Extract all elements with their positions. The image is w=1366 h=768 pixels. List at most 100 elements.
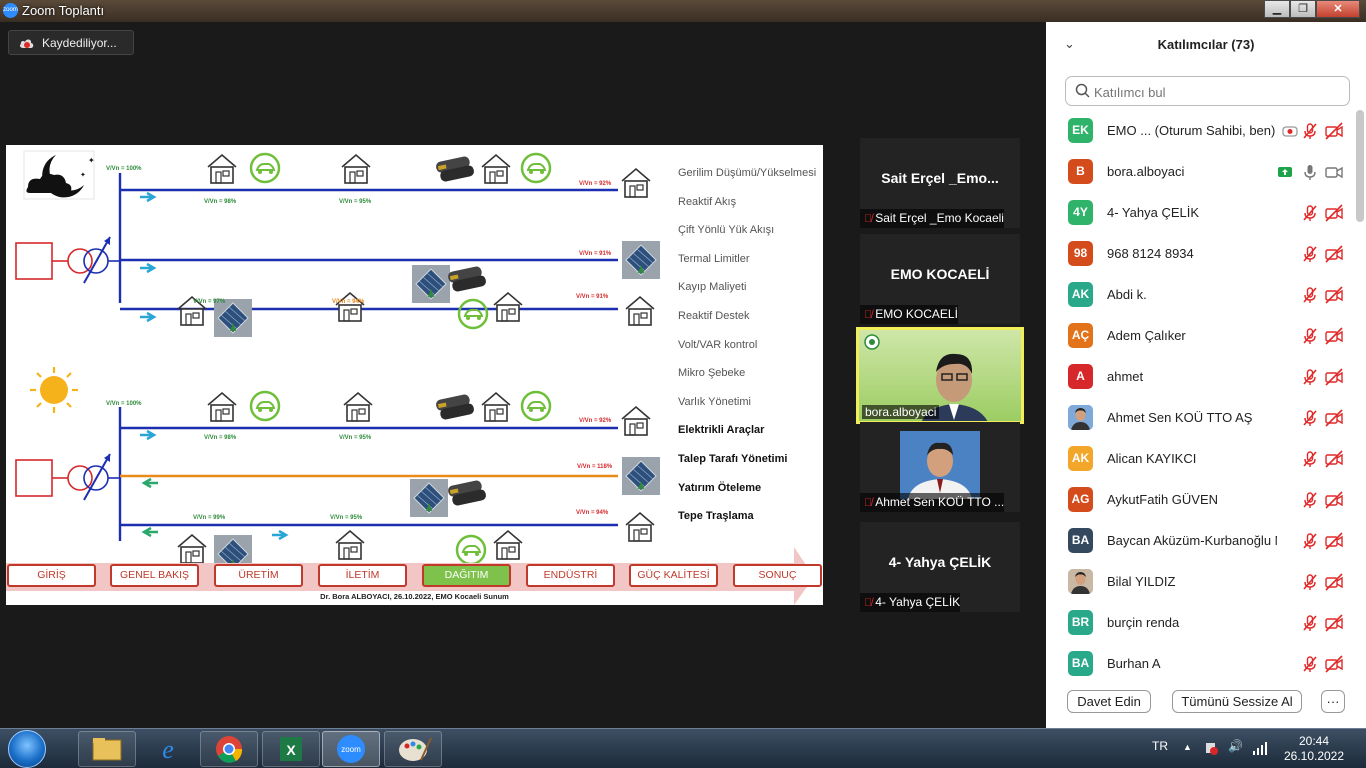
participant-tile[interactable]: EMO KOCAELİ 🎙̸ EMO KOCAELİ	[860, 234, 1020, 324]
legend-item: Termal Limitler	[678, 252, 750, 265]
slide-nav-endustri[interactable]: ENDÜSTRİ	[526, 564, 615, 587]
muted-mic-icon[interactable]	[1301, 573, 1319, 591]
participant-name: burçin renda	[1107, 615, 1180, 630]
tray-expand-icon[interactable]: ▲	[1183, 742, 1192, 752]
video-icon[interactable]	[1325, 163, 1343, 181]
participant-row[interactable]: AÇ Adem Çalıker	[1046, 315, 1356, 356]
mic-icon[interactable]	[1301, 163, 1319, 181]
avatar: BA	[1068, 651, 1093, 676]
clock[interactable]: 20:44 26.10.2022	[1282, 734, 1346, 764]
zoom-icon[interactable]: zoom	[322, 731, 380, 767]
video-off-icon[interactable]	[1325, 368, 1343, 386]
participant-row[interactable]: AK Alican KAYIKCI	[1046, 438, 1356, 479]
explorer-icon[interactable]	[78, 731, 136, 767]
muted-mic-icon[interactable]	[1301, 450, 1319, 468]
muted-mic-icon[interactable]	[1301, 614, 1319, 632]
title-bar: zoom Zoom Toplantı ▁ ❐ ✕	[0, 0, 1366, 22]
participant-row[interactable]: 4Y 4- Yahya ÇELİK	[1046, 192, 1356, 233]
muted-mic-icon[interactable]	[1301, 655, 1319, 673]
video-off-icon[interactable]	[1325, 286, 1343, 304]
participant-tile[interactable]: 4- Yahya ÇELİK 🎙̸ 4- Yahya ÇELİK	[860, 522, 1020, 612]
slide-nav-uretim[interactable]: ÜRETİM	[214, 564, 303, 587]
muted-mic-icon[interactable]	[1301, 204, 1319, 222]
participant-row[interactable]: BA Burhan A	[1046, 643, 1356, 684]
participant-tile[interactable]: Sait Erçel _Emo... 🎙̸ Sait Erçel _Emo Koc…	[860, 138, 1020, 228]
paint-icon[interactable]	[384, 731, 442, 767]
minimize-button[interactable]: ▁	[1264, 0, 1290, 18]
video-off-icon[interactable]	[1325, 450, 1343, 468]
participant-tile[interactable]: 🎙̸ Ahmet Sen KOÜ TTO ...	[860, 422, 1020, 512]
ie-icon[interactable]: e	[140, 731, 198, 767]
volume-icon[interactable]: 🔊	[1228, 739, 1243, 753]
participant-search[interactable]	[1065, 76, 1350, 106]
recording-badge[interactable]: Kaydediliyor...	[8, 30, 134, 55]
video-off-icon[interactable]	[1325, 245, 1343, 263]
video-off-icon[interactable]	[1325, 532, 1343, 550]
muted-mic-icon[interactable]	[1301, 532, 1319, 550]
participant-row[interactable]: BA Baycan Aküzüm-Kurbanoğlu M...	[1046, 520, 1356, 561]
tile-display-name: EMO KOCAELİ	[890, 266, 990, 282]
voltage-label: V/Vn = 95%	[330, 515, 363, 521]
svg-text:✦: ✦	[80, 171, 86, 179]
muted-mic-icon: 🎙̸	[864, 213, 873, 225]
muted-mic-icon[interactable]	[1301, 409, 1319, 427]
invite-button[interactable]: Davet Edin	[1067, 690, 1151, 713]
network-icon[interactable]	[1252, 740, 1268, 756]
video-off-icon[interactable]	[1325, 327, 1343, 345]
video-off-icon[interactable]	[1325, 655, 1343, 673]
slide-nav-giris[interactable]: GİRİŞ	[7, 564, 96, 587]
video-off-icon[interactable]	[1325, 204, 1343, 222]
participants-panel: ⌄ Katılımcılar (73) EK EMO ... (Oturum Sa…	[1046, 22, 1366, 728]
avatar: 4Y	[1068, 200, 1093, 225]
participant-row[interactable]: EK EMO ... (Oturum Sahibi, ben)	[1046, 110, 1356, 151]
slide-nav-genel-bakis[interactable]: GENEL BAKIŞ	[110, 564, 199, 587]
participant-scrollbar[interactable]	[1356, 108, 1364, 672]
muted-mic-icon[interactable]	[1301, 491, 1319, 509]
voltage-label: V/Vn = 92%	[579, 181, 612, 187]
muted-mic-icon[interactable]	[1301, 245, 1319, 263]
start-button[interactable]	[8, 730, 46, 768]
muted-mic-icon[interactable]	[1301, 327, 1319, 345]
muted-mic-icon[interactable]	[1301, 122, 1319, 140]
participant-row[interactable]: Aahmet	[1046, 356, 1356, 397]
recording-label: Kaydediliyor...	[42, 36, 117, 50]
slide-nav-dagitim[interactable]: DAĞITIM	[422, 564, 511, 587]
excel-icon[interactable]: X	[262, 731, 320, 767]
participant-row[interactable]: 98 968 8124 8934	[1046, 233, 1356, 274]
muted-mic-icon[interactable]	[1301, 286, 1319, 304]
slide-nav-iletim[interactable]: İLETİM	[318, 564, 407, 587]
participant-row[interactable]: AG AykutFatih GÜVEN	[1046, 479, 1356, 520]
voltage-label: V/Vn = 99%	[193, 515, 226, 521]
scrollbar-thumb[interactable]	[1356, 110, 1364, 222]
language-indicator[interactable]: TR	[1152, 739, 1168, 753]
participant-row[interactable]: Ahmet Sen KOÜ TTO AŞ	[1046, 397, 1356, 438]
legend-item: Talep Tarafı Yönetimi	[678, 452, 788, 465]
video-off-icon[interactable]	[1325, 614, 1343, 632]
tile-name: Sait Erçel _Emo Kocaeli	[875, 211, 1004, 225]
participant-row[interactable]: AK Abdi k.	[1046, 274, 1356, 315]
more-options-button[interactable]: ···	[1321, 690, 1345, 713]
video-off-icon[interactable]	[1325, 409, 1343, 427]
voltage-label: V/Vn = 100%	[106, 401, 142, 407]
muted-mic-icon[interactable]	[1301, 368, 1319, 386]
mute-all-button[interactable]: Tümünü Sessize Al	[1172, 690, 1302, 713]
chrome-icon[interactable]	[200, 731, 258, 767]
legend-item: Mikro Şebeke	[678, 367, 746, 380]
active-speaker-video[interactable]: bora.alboyaci	[856, 327, 1024, 424]
avatar: BR	[1068, 610, 1093, 635]
video-off-icon[interactable]	[1325, 573, 1343, 591]
avatar: 98	[1068, 241, 1093, 266]
close-button[interactable]: ✕	[1316, 0, 1360, 18]
participant-row[interactable]: Bbora.alboyaci	[1046, 151, 1356, 192]
slide-nav-sonuc[interactable]: SONUÇ	[733, 564, 822, 587]
org-logo-icon	[864, 334, 880, 350]
participant-row[interactable]: BR burçin renda	[1046, 602, 1356, 643]
participant-row[interactable]: Bilal YILDIZ	[1046, 561, 1356, 602]
video-off-icon[interactable]	[1325, 491, 1343, 509]
search-input[interactable]	[1094, 82, 1344, 102]
video-off-icon[interactable]	[1325, 122, 1343, 140]
maximize-button[interactable]: ❐	[1290, 0, 1316, 18]
action-center-flag-icon[interactable]	[1203, 740, 1219, 756]
slide-nav-guc-kalitesi[interactable]: GÜÇ KALİTESİ	[629, 564, 718, 587]
participant-name: 968 8124 8934	[1107, 246, 1194, 261]
